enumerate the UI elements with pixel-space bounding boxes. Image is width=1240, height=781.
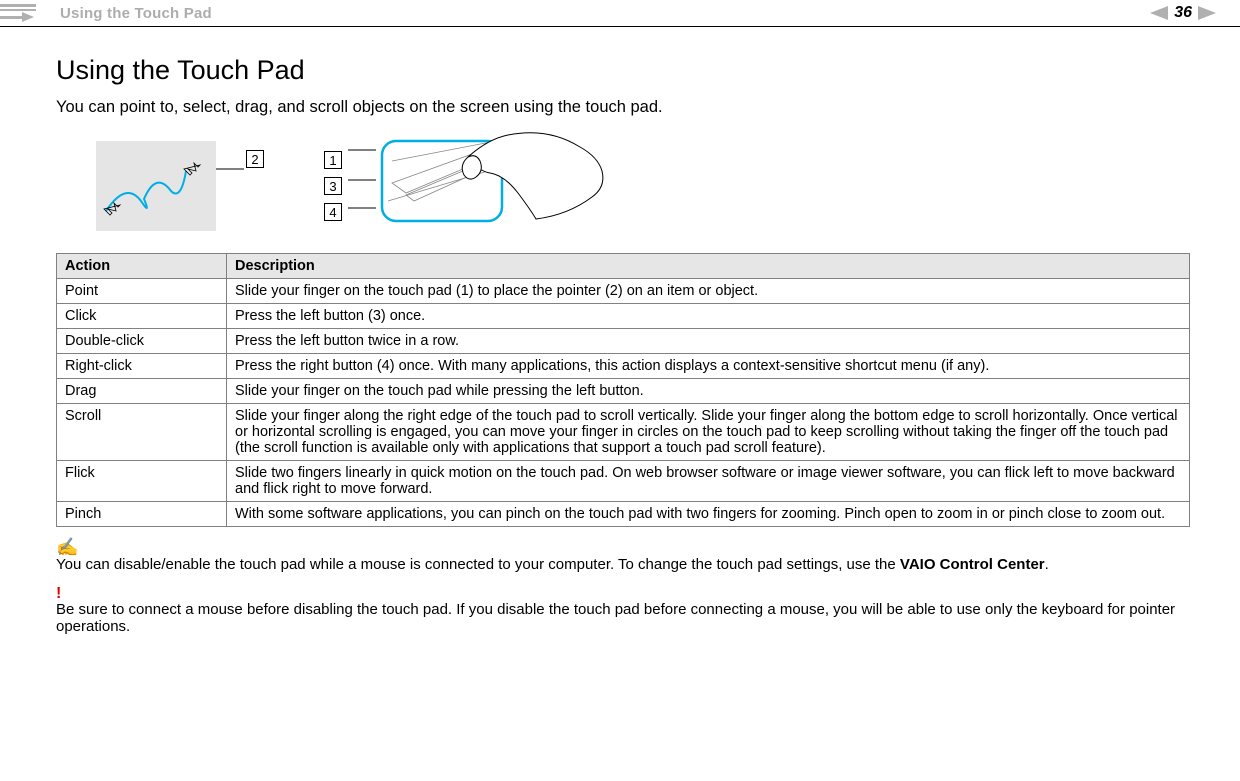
- table-row: Right-clickPress the right button (4) on…: [57, 354, 1190, 379]
- touchpad-hand-illustration: [378, 131, 608, 241]
- note-block: ✍ You can disable/enable the touch pad w…: [56, 537, 1190, 573]
- actions-table: Action Description PointSlide your finge…: [56, 253, 1190, 527]
- touchpad-diagram: 2 1 3 4: [96, 131, 1190, 241]
- callout-1: 1: [324, 151, 342, 169]
- note-bold: VAIO Control Center: [900, 556, 1045, 573]
- callout-line-2: [216, 141, 246, 231]
- next-page-icon[interactable]: [1198, 6, 1216, 20]
- table-row: PointSlide your finger on the touch pad …: [57, 279, 1190, 304]
- callout-4: 4: [324, 203, 342, 221]
- note-text-suffix: .: [1045, 556, 1049, 573]
- table-row: DragSlide your finger on the touch pad w…: [57, 379, 1190, 404]
- table-row: PinchWith some software applications, yo…: [57, 502, 1190, 527]
- prev-page-icon[interactable]: [1150, 6, 1168, 20]
- table-row: Double-clickPress the left button twice …: [57, 329, 1190, 354]
- section-breadcrumb: Using the Touch Pad: [60, 5, 212, 22]
- table-row: ScrollSlide your finger along the right …: [57, 404, 1190, 461]
- screen-illustration: [96, 141, 216, 231]
- warning-block: ! Be sure to connect a mouse before disa…: [56, 585, 1190, 635]
- toc-marker[interactable]: [0, 4, 36, 19]
- page-content: Using the Touch Pad You can point to, se…: [0, 27, 1240, 645]
- table-row: FlickSlide two fingers linearly in quick…: [57, 461, 1190, 502]
- page-header: Using the Touch Pad 36: [0, 0, 1240, 27]
- col-description: Description: [227, 254, 1190, 279]
- page-number: 36: [1174, 4, 1192, 22]
- callout-2: 2: [246, 150, 264, 168]
- col-action: Action: [57, 254, 227, 279]
- callout-3: 3: [324, 177, 342, 195]
- note-icon: ✍: [56, 537, 1190, 558]
- intro-text: You can point to, select, drag, and scro…: [56, 98, 1190, 117]
- note-text-prefix: You can disable/enable the touch pad whi…: [56, 556, 900, 573]
- table-row: ClickPress the left button (3) once.: [57, 304, 1190, 329]
- callout-lines-134: [348, 136, 378, 236]
- warning-text: Be sure to connect a mouse before disabl…: [56, 601, 1175, 635]
- page-title: Using the Touch Pad: [56, 55, 1190, 86]
